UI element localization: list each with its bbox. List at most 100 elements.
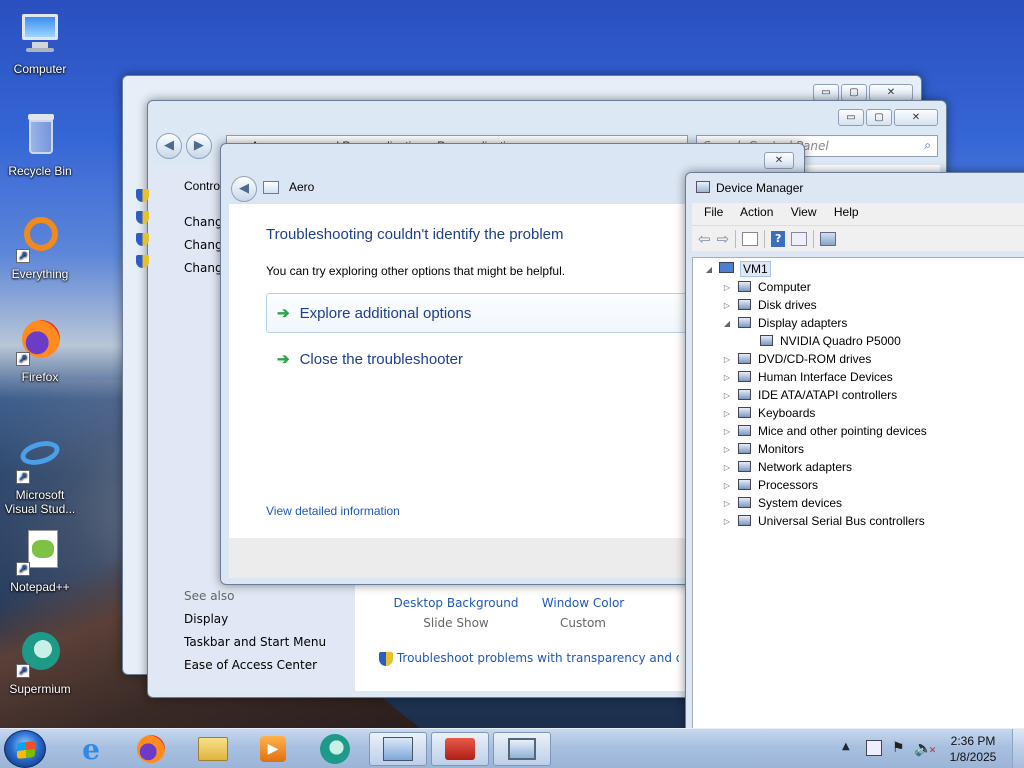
troubleshoot-row[interactable]: Troubleshoot problems with transparency … (379, 651, 679, 666)
window-color-link[interactable]: Window Color (523, 596, 643, 610)
desktop-icon-recycle-bin[interactable]: Recycle Bin (0, 112, 80, 178)
maximize-button[interactable]: ▢ (866, 109, 892, 126)
troubleshoot-link[interactable]: Troubleshoot problems with transparency … (397, 651, 679, 665)
sidebar-item[interactable]: Chang (184, 261, 223, 275)
computer-icon (16, 10, 64, 58)
expand-icon[interactable]: ▷ (721, 481, 733, 490)
aero-back-button[interactable]: ◀ (231, 176, 257, 202)
shortcut-arrow-icon: ↗ (16, 352, 30, 366)
action-center-flag-icon[interactable]: ⚑ (892, 740, 905, 756)
desktop-icon-notepadpp[interactable]: ↗ Notepad++ (0, 528, 80, 594)
menu-view[interactable]: View (791, 205, 817, 219)
tree-node[interactable]: ▷ IDE ATA/ATAPI controllers (721, 386, 897, 404)
view-details-link[interactable]: View detailed information (266, 504, 400, 518)
close-button[interactable]: ✕ (894, 109, 938, 126)
aero-subtext: You can try exploring other options that… (266, 264, 566, 278)
collapse-icon[interactable]: ◢ (703, 265, 715, 274)
taskbar-supermium[interactable] (306, 732, 364, 766)
desktop-icon-label: Computer (13, 62, 67, 76)
network-icon[interactable] (866, 740, 882, 756)
taskbar-ie[interactable]: e (62, 732, 120, 766)
tree-node[interactable]: ▷ Processors (721, 476, 818, 494)
sidebar-item[interactable]: Chang (184, 238, 223, 252)
show-desktop-button[interactable] (1012, 729, 1024, 768)
tree-node[interactable]: NVIDIA Quadro P5000 (743, 332, 901, 350)
clock-time: 2:36 PM (950, 734, 996, 748)
taskbar-media-player[interactable]: ▶ (244, 732, 302, 766)
menu-help[interactable]: Help (834, 205, 859, 219)
desktop-icon-visual-studio[interactable]: ↗ Microsoft Visual Stud... (0, 436, 80, 516)
taskbar-device-manager[interactable] (493, 732, 551, 766)
tree-node[interactable]: ▷ Disk drives (721, 296, 817, 314)
forward-arrow-icon[interactable]: ⇨ (717, 230, 730, 248)
forward-button[interactable]: ▶ (185, 133, 212, 159)
expand-icon[interactable]: ▷ (721, 499, 733, 508)
minimize-button[interactable]: ▭ (813, 84, 839, 101)
expand-icon[interactable]: ▷ (721, 517, 733, 526)
expand-icon[interactable]: ▷ (721, 463, 733, 472)
expand-icon[interactable]: ▷ (721, 391, 733, 400)
sidebar-item[interactable]: Chang (184, 215, 223, 229)
tree-node[interactable]: ▷ Computer (721, 278, 811, 296)
processor-icon (737, 478, 753, 492)
device-manager-window[interactable]: Device Manager File Action View Help ⇦ ⇨… (685, 172, 1024, 735)
tree-node[interactable]: ▷ Mice and other pointing devices (721, 422, 927, 440)
desktop-background-item[interactable]: Desktop Background Slide Show (391, 596, 521, 630)
scan-hardware-icon[interactable] (820, 231, 837, 246)
see-also-ease-of-access[interactable]: Ease of Access Center (184, 658, 317, 672)
window-color-item[interactable]: Window Color Custom (523, 596, 643, 630)
tree-node[interactable]: ▷ Keyboards (721, 404, 815, 422)
properties-icon[interactable] (791, 231, 808, 246)
tree-node[interactable]: ▷ Network adapters (721, 458, 852, 476)
tree-node[interactable]: ▷ System devices (721, 494, 842, 512)
expand-icon[interactable]: ▷ (721, 409, 733, 418)
caption-buttons: ▭ ▢ ✕ (838, 109, 938, 126)
menu-file[interactable]: File (704, 205, 723, 219)
close-button[interactable]: ✕ (764, 152, 794, 169)
taskbar-firefox[interactable] (122, 732, 180, 766)
back-button[interactable]: ◀ (156, 133, 182, 159)
expand-icon[interactable]: ▷ (721, 355, 733, 364)
taskbar-explorer[interactable] (184, 732, 242, 766)
tree-node[interactable]: ▷ Universal Serial Bus controllers (721, 512, 925, 530)
shield-icon (136, 211, 149, 224)
minimize-button[interactable]: ▭ (838, 109, 864, 126)
close-button[interactable]: ✕ (869, 84, 913, 101)
clock[interactable]: 2:36 PM 1/8/2025 (940, 733, 1006, 765)
tree-node[interactable]: ▷ Monitors (721, 440, 804, 458)
taskbar-troubleshooter[interactable] (431, 732, 489, 766)
see-also-taskbar[interactable]: Taskbar and Start Menu (184, 635, 326, 649)
expand-icon[interactable]: ▷ (721, 373, 733, 382)
tree-root[interactable]: ◢ VM1 (703, 260, 771, 278)
sidebar-item[interactable]: Contro (184, 179, 220, 193)
start-button[interactable] (4, 730, 46, 768)
see-also-display[interactable]: Display (184, 612, 228, 626)
nav-buttons: ◀ ▶ (156, 133, 212, 159)
desktop-icon-firefox[interactable]: ↗ Firefox (0, 318, 80, 384)
menu-action[interactable]: Action (740, 205, 773, 219)
expand-icon[interactable]: ▷ (721, 445, 733, 454)
show-hide-tree-icon[interactable] (742, 231, 759, 246)
maximize-button[interactable]: ▢ (841, 84, 867, 101)
desktop-icon-supermium[interactable]: ↗ Supermium (0, 630, 80, 696)
expand-icon[interactable]: ▷ (721, 283, 733, 292)
back-arrow-icon[interactable]: ⇦ (698, 230, 711, 248)
tree-node-label: Display adapters (758, 316, 848, 330)
tree-node[interactable]: ▷ DVD/CD-ROM drives (721, 350, 871, 368)
tree-node[interactable]: ▷ Human Interface Devices (721, 368, 893, 386)
desktop-icon-everything[interactable]: ↗ Everything (0, 215, 80, 281)
close-troubleshooter-button[interactable]: ➔ Close the troubleshooter (277, 350, 463, 369)
device-manager-icon (508, 738, 536, 760)
collapse-icon[interactable]: ◢ (721, 319, 733, 328)
expand-icon[interactable]: ▷ (721, 301, 733, 310)
tree-node[interactable]: ◢ Display adapters (721, 314, 847, 332)
show-hidden-icons-button[interactable]: ▲ (842, 741, 850, 752)
taskbar-control-panel[interactable] (369, 732, 427, 766)
volume-muted-icon[interactable]: 🔈✕ (914, 739, 936, 757)
expand-icon[interactable]: ▷ (721, 427, 733, 436)
desktop-background-link[interactable]: Desktop Background (391, 596, 521, 610)
desktop-icon-computer[interactable]: Computer (0, 10, 80, 76)
display-adapter-icon (737, 316, 753, 330)
help-icon[interactable]: ? (771, 230, 786, 247)
monitor-icon (737, 442, 753, 456)
